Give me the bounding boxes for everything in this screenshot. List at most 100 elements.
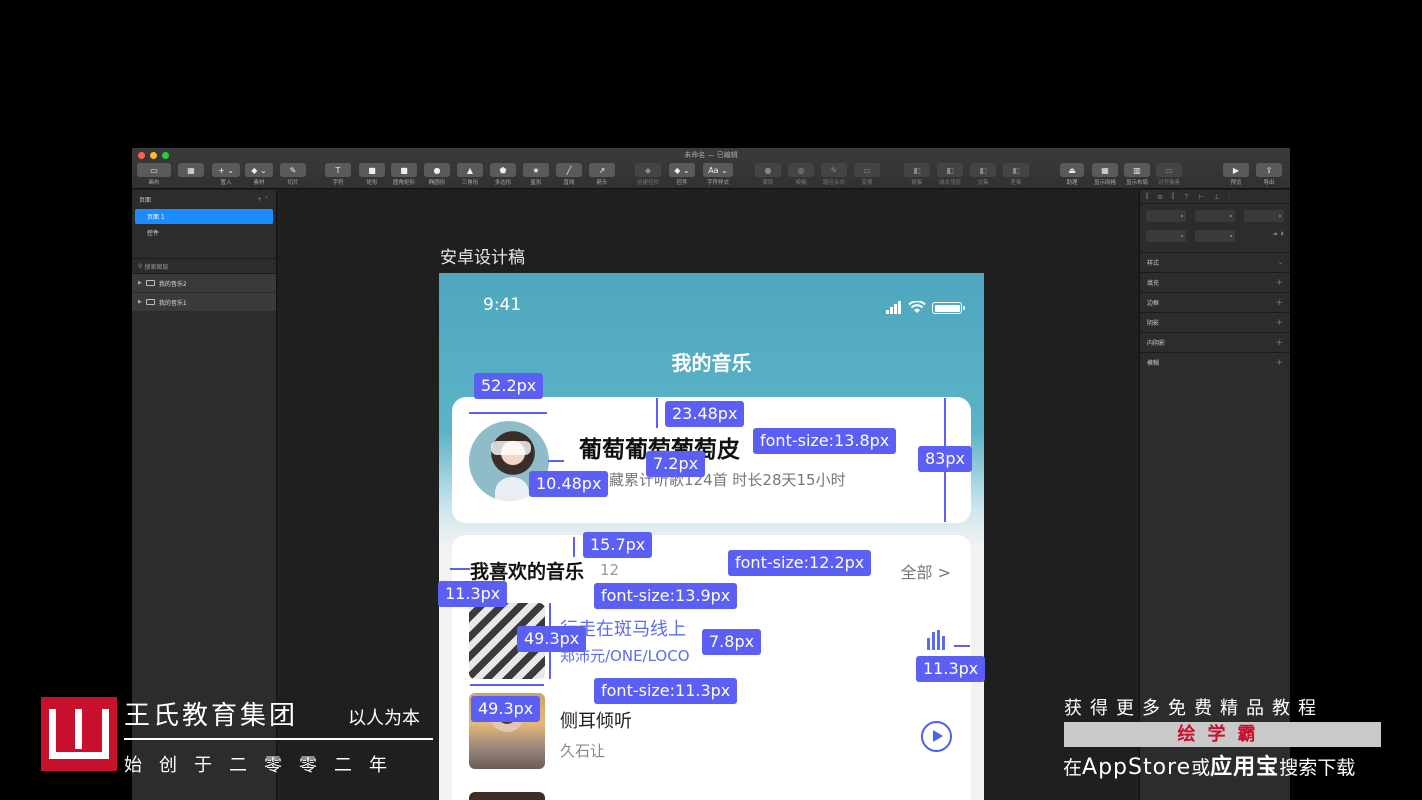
toolbar-button-icon[interactable]: ◧	[904, 163, 930, 177]
toolbar-button-icon[interactable]: ▲	[457, 163, 483, 177]
toolbar-item[interactable]: ◧ 交集	[970, 163, 996, 186]
distribute-icon[interactable]: ⫶	[1229, 192, 1231, 201]
toolbar-item[interactable]: ■ 圆角矩形	[391, 163, 417, 186]
toolbar-item[interactable]: ▥ 显示布局	[1124, 163, 1150, 186]
toolbar-button-icon[interactable]: ✎	[280, 163, 306, 177]
x-field[interactable]	[1146, 210, 1186, 222]
add-icon[interactable]: +	[1275, 338, 1283, 348]
align-middle-icon[interactable]: ⊢	[1198, 193, 1204, 201]
add-icon[interactable]: +	[1275, 298, 1283, 308]
song-name[interactable]: 侧耳倾听	[560, 707, 632, 733]
toolbar-button-icon[interactable]: T	[325, 163, 351, 177]
toolbar-item[interactable]: ▦	[178, 163, 204, 178]
toolbar-item[interactable]: ◆ ⌄ 控件	[669, 163, 695, 186]
toolbar-item[interactable]: ✎ 切片	[280, 163, 306, 186]
view-all-link[interactable]: 全部 >	[901, 559, 952, 583]
toolbar-button-icon[interactable]: ■	[391, 163, 417, 177]
layer-search-input[interactable]: ⚲ 搜索图层	[132, 258, 276, 274]
align-right-icon[interactable]: ⫿	[1172, 192, 1174, 201]
toolbar-item[interactable]: ▭ 变换	[854, 163, 880, 186]
artboard-title[interactable]: 安卓设计稿	[440, 243, 525, 268]
rotation-field[interactable]	[1244, 210, 1284, 222]
toolbar-item[interactable]: ↗ 箭头	[589, 163, 615, 186]
toolbar-button-icon[interactable]: ╱	[556, 163, 582, 177]
disclosure-arrow-icon[interactable]: ▶	[138, 299, 142, 305]
toolbar-item[interactable]: Aa ⌄ 字符样式	[703, 163, 733, 186]
toolbar-button-icon[interactable]: ■	[359, 163, 385, 177]
toolbar-item[interactable]: ◆ ⌄ 素材	[245, 163, 273, 186]
toolbar-button-icon[interactable]: ◧	[970, 163, 996, 177]
toolbar-button-icon[interactable]: Aa ⌄	[703, 163, 733, 177]
toolbar-item[interactable]: ◧ 差集	[1003, 163, 1029, 186]
toolbar-button-icon[interactable]: + ⌄	[212, 163, 240, 177]
height-field[interactable]	[1195, 230, 1235, 242]
inspector-row[interactable]: 边框 +	[1140, 292, 1290, 312]
toolbar-item[interactable]: ★ 星形	[523, 163, 549, 186]
toolbar-button-icon[interactable]: ▭	[854, 163, 880, 177]
layer-item[interactable]: ▶ 我的音乐1	[132, 293, 276, 312]
toolbar-item[interactable]: ◧ 减去顶层	[937, 163, 963, 186]
toolbar-item[interactable]: ● 蒙版	[755, 163, 781, 186]
align-center-icon[interactable]: ≡	[1157, 193, 1163, 201]
toolbar-item[interactable]: ◧ 联集	[904, 163, 930, 186]
toolbar-item[interactable]: ⏏ 助理	[1060, 163, 1084, 186]
toolbar-button-icon[interactable]: ◧	[1003, 163, 1029, 177]
inspector-row[interactable]: 内阴影 +	[1140, 332, 1290, 352]
toolbar-button-icon[interactable]: ◆ ⌄	[245, 163, 273, 177]
toolbar-item[interactable]: T 字符	[325, 163, 351, 186]
add-icon[interactable]: +	[1275, 278, 1283, 288]
toolbar-item[interactable]: ▶ 预览	[1223, 163, 1249, 186]
y-field[interactable]	[1195, 210, 1235, 222]
toolbar-button-icon[interactable]: ★	[523, 163, 549, 177]
inspector-row[interactable]: 阴影 +	[1140, 312, 1290, 332]
add-icon[interactable]: +	[1275, 358, 1283, 368]
toolbar-button-icon[interactable]: ▭	[137, 163, 171, 177]
inspector-row[interactable]: 填充 +	[1140, 272, 1290, 292]
page-item-1[interactable]: 页面 1	[135, 209, 273, 224]
toolbar-item[interactable]: ● 椭圆形	[424, 163, 450, 186]
toolbar-button-icon[interactable]: ⏏	[1060, 163, 1084, 177]
add-page-icon[interactable]: + ⌃	[257, 196, 269, 203]
toolbar-button-icon[interactable]: ◆ ⌄	[669, 163, 695, 177]
toolbar-item[interactable]: ◆ 创建控件	[635, 163, 661, 186]
toolbar-item[interactable]: ╱ 直线	[556, 163, 582, 186]
align-top-icon[interactable]: ⊤	[1183, 193, 1189, 201]
toolbar-item[interactable]: ▦ 显示网格	[1092, 163, 1118, 186]
align-bottom-icon[interactable]: ⊥	[1214, 193, 1220, 201]
add-icon[interactable]: +	[1275, 318, 1283, 328]
toolbar-item[interactable]: + ⌄ 置入	[212, 163, 240, 186]
toolbar-button-icon[interactable]: ◧	[937, 163, 963, 177]
toolbar-button-icon[interactable]: ↗	[589, 163, 615, 177]
toolbar-button-icon[interactable]: ◍	[788, 163, 814, 177]
width-field[interactable]	[1146, 230, 1186, 242]
toolbar-item[interactable]: ■ 矩形	[359, 163, 385, 186]
toolbar-item[interactable]: ✎ 路径合并	[821, 163, 847, 186]
align-left-icon[interactable]: ⫿	[1146, 192, 1148, 201]
toolbar-button-icon[interactable]: ⇪	[1256, 163, 1282, 177]
toolbar-item[interactable]: ▭ 画布	[137, 163, 171, 186]
toolbar-button-icon[interactable]: ●	[755, 163, 781, 177]
layer-item[interactable]: ▶ 我的音乐2	[132, 274, 276, 293]
toolbar-item[interactable]: ▭ 对齐像素	[1156, 163, 1182, 186]
toolbar-item[interactable]: ▲ 三角形	[457, 163, 483, 186]
toolbar-item[interactable]: ⬟ 多边形	[490, 163, 516, 186]
toolbar-item[interactable]: ◍ 模糊	[788, 163, 814, 186]
inspector-row[interactable]: 模糊 +	[1140, 352, 1290, 372]
toolbar-button-icon[interactable]: ▦	[1092, 163, 1118, 177]
style-row[interactable]: 样式 ⌄	[1140, 252, 1290, 272]
toolbar-button-icon[interactable]: ▥	[1124, 163, 1150, 177]
toolbar-button-icon[interactable]: ◆	[635, 163, 661, 177]
toolbar-button-icon[interactable]: ✎	[821, 163, 847, 177]
toolbar-button-icon[interactable]: ▦	[178, 163, 204, 177]
favorites-card[interactable]: 我喜欢的音乐 12 全部 > 行走在斑马线上 郑沛元/ONE/LOCO 侧耳倾听…	[452, 535, 971, 800]
page-item-symbols[interactable]: 控件	[135, 225, 273, 240]
toolbar-button-icon[interactable]: ▶	[1223, 163, 1249, 177]
toolbar-button-icon[interactable]: ⬟	[490, 163, 516, 177]
disclosure-arrow-icon[interactable]: ▶	[138, 280, 142, 286]
toolbar-button-icon[interactable]: ●	[424, 163, 450, 177]
flip-icons[interactable]: ⏶ ⏵	[1244, 230, 1284, 242]
toolbar-item[interactable]: ⇪ 导出	[1256, 163, 1282, 186]
measure-label: 11.3px	[916, 656, 986, 682]
toolbar-button-icon[interactable]: ▭	[1156, 163, 1182, 177]
play-icon[interactable]	[921, 721, 952, 752]
